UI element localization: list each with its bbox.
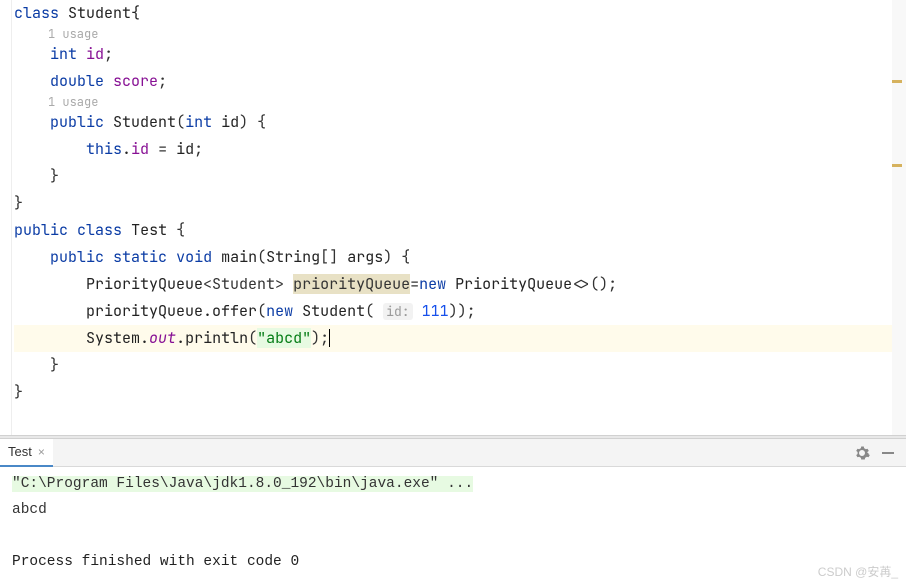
parameter: id (221, 112, 239, 132)
code-line[interactable]: priorityQueue.offer(new Student( id: 111… (14, 298, 906, 325)
code-line-current[interactable]: System.out.println("abcd"); (14, 325, 906, 352)
semicolon: ; (104, 44, 113, 64)
field: id (131, 139, 149, 159)
brace: } (50, 355, 59, 375)
brace: } (14, 193, 23, 213)
class-ref: System (86, 328, 140, 348)
code-line[interactable]: public static void main(String[] args) { (14, 244, 906, 271)
code-line[interactable]: this.id = id; (14, 136, 906, 163)
brace: } (50, 166, 59, 186)
brackets: [] (320, 247, 338, 267)
generic: <Student> (203, 274, 284, 294)
diamond: <>() (572, 274, 608, 294)
brace: ) { (383, 247, 410, 267)
keyword: public (50, 112, 104, 132)
warning-marker[interactable] (892, 164, 902, 167)
keyword: int (50, 44, 77, 64)
keyword: this (86, 139, 122, 159)
close-punct: ); (311, 328, 329, 348)
field: id (86, 44, 104, 64)
constructor-name: Student (113, 112, 176, 132)
keyword: public (14, 220, 68, 240)
keyword: static (113, 247, 167, 267)
type: String (266, 247, 320, 267)
keyword: new (419, 274, 446, 294)
method-call: println (185, 328, 248, 348)
identifier: id (176, 139, 194, 159)
code-line[interactable]: } (14, 379, 906, 406)
console-command: "C:\Program Files\Java\jdk1.8.0_192\bin\… (12, 476, 473, 492)
method-call: offer (212, 301, 257, 321)
warning-marker[interactable] (892, 80, 902, 83)
keyword: class (14, 3, 59, 23)
console-exit: Process finished with exit code 0 (12, 554, 299, 570)
code-line[interactable]: PriorityQueue<Student> priorityQueue=new… (14, 271, 906, 298)
code-line[interactable]: } (14, 352, 906, 379)
console-tab-test[interactable]: Test × (0, 439, 53, 467)
keyword: class (77, 220, 122, 240)
console-stdout: abcd (12, 502, 47, 518)
console-output[interactable]: "C:\Program Files\Java\jdk1.8.0_192\bin\… (0, 467, 906, 579)
parameter: args (347, 247, 383, 267)
console-tab-bar: Test × (0, 439, 906, 467)
keyword: public (50, 247, 104, 267)
code-line[interactable]: public class Test { (14, 217, 906, 244)
tab-label: Test (8, 444, 32, 459)
number: 111 (422, 301, 449, 321)
static-field: out (149, 328, 176, 348)
semicolon: ; (194, 139, 203, 159)
keyword: new (266, 301, 293, 321)
watermark: CSDN @安苒_ (818, 563, 898, 580)
variable-highlighted: priorityQueue (293, 274, 410, 294)
brace: { (131, 3, 140, 23)
usage-hint[interactable]: 1 usage (14, 27, 906, 41)
close-icon[interactable]: × (38, 445, 45, 459)
caret-icon (329, 329, 330, 347)
code-line[interactable]: } (14, 163, 906, 190)
code-lines: class Student{ 1 usage int id; double sc… (0, 0, 906, 406)
gutter (0, 0, 12, 435)
keyword: double (50, 71, 104, 91)
operator: = (149, 139, 176, 159)
class-name: Student (68, 3, 131, 23)
code-line[interactable]: public Student(int id) { (14, 109, 906, 136)
constructor-call: Student (302, 301, 365, 321)
field: score (113, 71, 158, 91)
close-punct: )); (449, 301, 476, 321)
brace: ) { (239, 112, 266, 132)
constructor-call: PriorityQueue (455, 274, 572, 294)
semicolon: ; (608, 274, 617, 294)
class-name: Test (131, 220, 167, 240)
code-line[interactable]: double score; (14, 68, 906, 95)
gear-icon[interactable] (854, 445, 870, 461)
operator: = (410, 274, 419, 294)
method-name: main (221, 247, 257, 267)
minimize-icon[interactable] (880, 445, 896, 461)
code-line[interactable]: class Student{ (14, 0, 906, 27)
keyword: void (176, 247, 212, 267)
semicolon: ; (158, 71, 167, 91)
variable: priorityQueue (86, 301, 203, 321)
type: PriorityQueue (86, 274, 203, 294)
brace: { (167, 220, 185, 240)
code-line[interactable]: int id; (14, 41, 906, 68)
usage-hint[interactable]: 1 usage (14, 95, 906, 109)
parameter-hint: id: (383, 303, 412, 320)
brace: } (14, 382, 23, 402)
code-editor[interactable]: class Student{ 1 usage int id; double sc… (0, 0, 906, 435)
marker-rail (892, 0, 906, 435)
code-line[interactable]: } (14, 190, 906, 217)
string-literal: "abcd" (257, 328, 311, 348)
keyword: int (185, 112, 212, 132)
